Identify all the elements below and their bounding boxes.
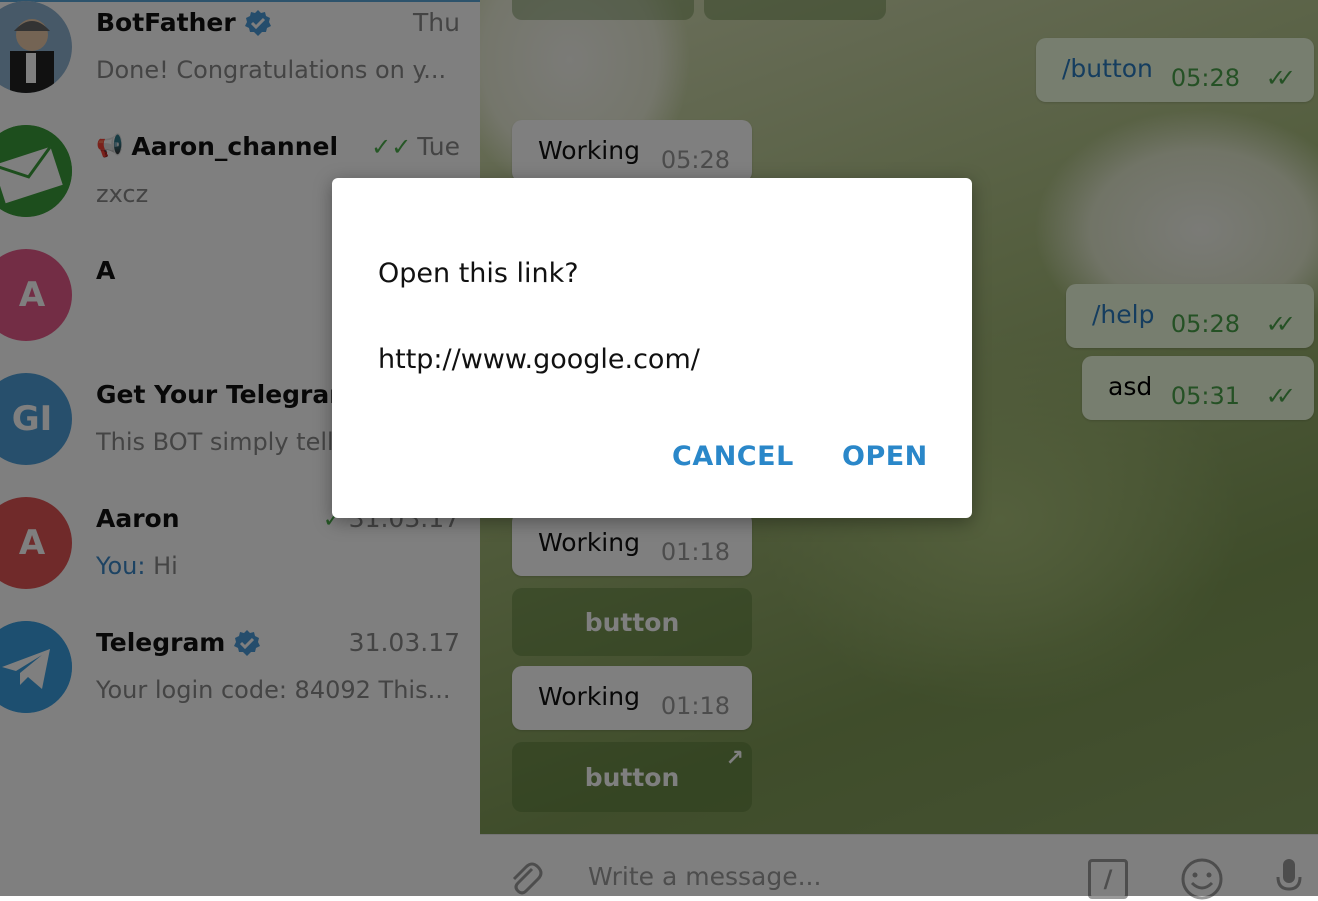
open-link-dialog: Open this link? http://www.google.com/ C… bbox=[332, 178, 972, 518]
open-button[interactable]: OPEN bbox=[836, 440, 934, 473]
dialog-link-url: http://www.google.com/ bbox=[378, 344, 700, 375]
telegram-app: BotFather Thu Done! Congratulations on y… bbox=[0, 0, 1318, 900]
cancel-button[interactable]: CANCEL bbox=[666, 440, 800, 473]
dialog-title: Open this link? bbox=[378, 258, 579, 289]
